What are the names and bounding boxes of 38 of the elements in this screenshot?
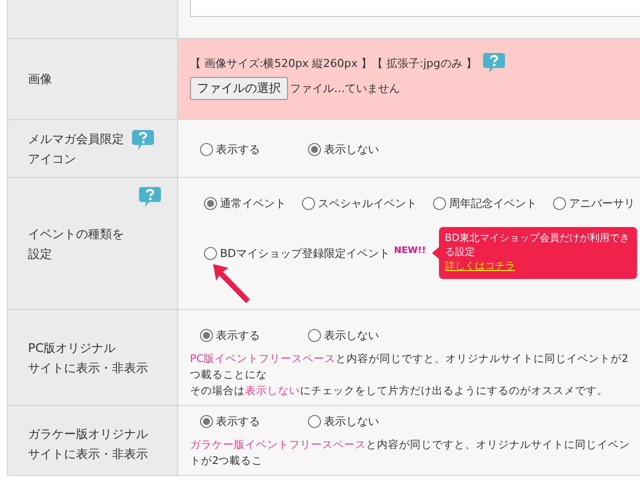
radio-label: 表示する	[216, 414, 260, 429]
radio-button[interactable]	[308, 143, 321, 156]
radio-label: 表示しない	[324, 328, 379, 343]
radio-button[interactable]	[308, 415, 321, 428]
radio-label: 表示しない	[324, 142, 379, 157]
radio-label: BDマイショップ登録限定イベント	[220, 246, 390, 260]
radio-button[interactable]	[204, 197, 217, 210]
field-label: 画像	[28, 71, 52, 88]
file-status: ファイル…ていません	[290, 81, 400, 96]
text-area-field[interactable]	[190, 0, 640, 17]
radio-label: 表示する	[216, 328, 260, 343]
radio-button[interactable]	[553, 197, 566, 210]
radio-label: 表示する	[216, 142, 260, 157]
help-icon[interactable]	[132, 130, 154, 150]
radio-label: 周年記念イベント	[449, 196, 537, 211]
radio-button[interactable]	[200, 143, 213, 156]
radio-label: 通常イベント	[220, 196, 286, 211]
field-label: PC版オリジナル サイトに表示・非表示	[28, 340, 148, 376]
file-select-button[interactable]: ファイルの選択	[190, 77, 288, 100]
field-label: ガラケー版オリジナル サイトに表示・非表示	[28, 426, 148, 463]
radio-label: アニバーサリ	[569, 196, 635, 211]
note-text: PC版イベントフリースペース と内容が同じですと、オリジナルサイトに同じイベントが2つ載ることにな その場合は表示しないにチェックをして片方だけ出るようにするのがオススメです。	[190, 352, 630, 399]
help-icon[interactable]	[482, 53, 505, 73]
help-icon[interactable]	[139, 187, 161, 207]
note-text: ガラケー版イベントフリースペース と内容が同じですと、オリジナルサイトに同じイベントが2つ載るこ	[190, 438, 631, 469]
field-label: イベントの種類を 設定	[28, 226, 124, 262]
radio-button[interactable]	[200, 329, 213, 342]
radio-button[interactable]	[433, 197, 446, 210]
radio-button[interactable]	[204, 246, 217, 260]
radio-button[interactable]	[302, 197, 315, 210]
field-label: メルマガ会員限定 アイコン	[28, 130, 124, 168]
tooltip-text: BD東北マイショップ会員だけが利用できる設定	[444, 232, 630, 260]
new-label: NEW!!	[394, 246, 426, 256]
radio-label: スペシャルイベント	[318, 196, 417, 211]
radio-label: 表示しない	[324, 414, 379, 429]
image-requirements: 【 画像サイズ:横520px 縦260px 】【 拡張子:jpgのみ 】	[190, 56, 477, 70]
radio-button[interactable]	[308, 329, 321, 342]
radio-button[interactable]	[200, 415, 213, 428]
